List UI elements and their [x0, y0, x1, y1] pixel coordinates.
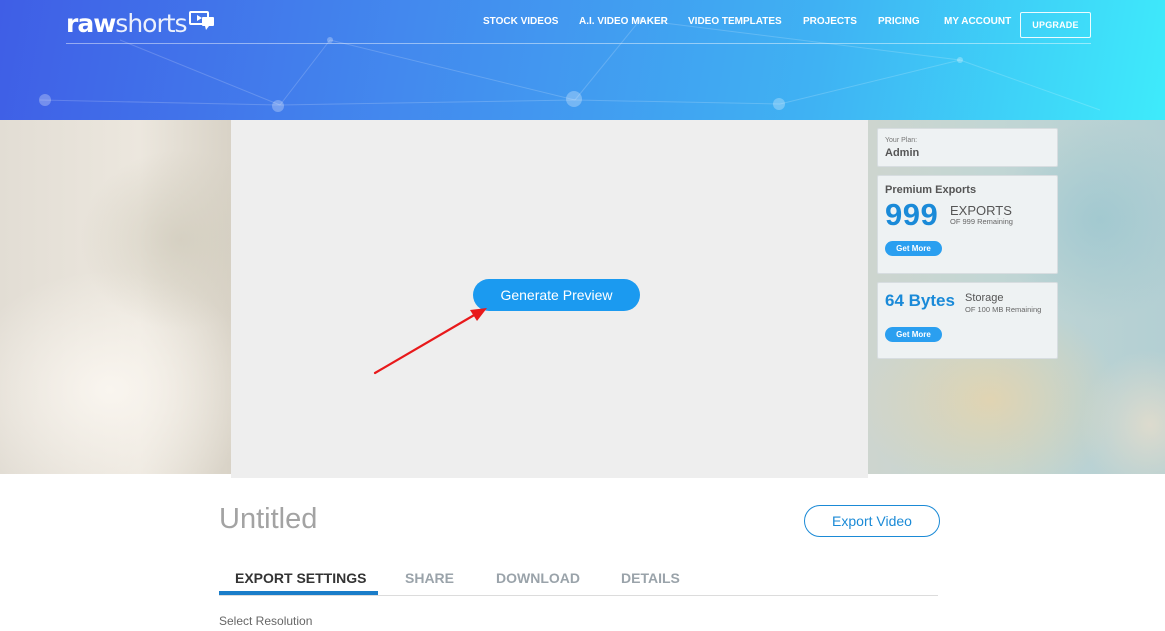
plan-caption: Your Plan:	[885, 137, 918, 144]
storage-card: 64 Bytes Storage OF 100 MB Remaining Get…	[877, 282, 1058, 359]
speech-bubble-play-icon	[188, 10, 214, 30]
video-title[interactable]: Untitled	[219, 503, 317, 536]
rawshorts-logo[interactable]: rawshorts	[66, 9, 215, 38]
nav-ai-video-maker[interactable]: A.I. VIDEO MAKER	[579, 16, 668, 27]
active-tab-indicator	[219, 591, 378, 595]
exports-title: Premium Exports	[885, 184, 977, 196]
logo-wordmark: rawshorts	[66, 9, 188, 38]
plan-value: Admin	[885, 147, 920, 159]
storage-value: 64 Bytes	[885, 291, 955, 310]
storage-remaining-note: OF 100 MB Remaining	[965, 305, 1042, 314]
storage-unit: Storage	[965, 292, 1004, 304]
red-arrow-icon	[373, 308, 487, 375]
generate-preview-button[interactable]: Generate Preview	[473, 279, 640, 311]
exports-unit: EXPORTS	[950, 203, 1012, 218]
premium-exports-card: Premium Exports 999 EXPORTS OF 999 Remai…	[877, 175, 1058, 274]
exports-get-more-button[interactable]: Get More	[885, 241, 942, 256]
export-video-button[interactable]: Export Video	[804, 505, 940, 537]
nav-video-templates[interactable]: VIDEO TEMPLATES	[688, 16, 782, 27]
top-header: rawshorts STOCK VIDEOS A.I. VIDEO MAKER …	[0, 0, 1165, 120]
storage-get-more-button[interactable]: Get More	[885, 327, 942, 342]
tab-export-settings[interactable]: EXPORT SETTINGS	[235, 570, 366, 586]
select-resolution-label: Select Resolution	[219, 614, 313, 628]
nav-pricing[interactable]: PRICING	[878, 16, 920, 27]
plan-card: Your Plan: Admin	[877, 128, 1058, 167]
upgrade-button[interactable]: UPGRADE	[1020, 12, 1091, 38]
export-tabs: EXPORT SETTINGS SHARE DOWNLOAD DETAILS	[219, 570, 938, 596]
exports-remaining-note: OF 999 Remaining	[950, 217, 1013, 226]
tab-share[interactable]: SHARE	[405, 570, 454, 586]
tab-download[interactable]: DOWNLOAD	[496, 570, 580, 586]
nav-stock-videos[interactable]: STOCK VIDEOS	[483, 16, 558, 27]
header-divider	[66, 43, 1091, 44]
tab-details[interactable]: DETAILS	[621, 570, 680, 586]
nav-my-account[interactable]: MY ACCOUNT	[944, 16, 1011, 27]
nav-projects[interactable]: PROJECTS	[803, 16, 857, 27]
exports-count: 999	[885, 197, 939, 232]
